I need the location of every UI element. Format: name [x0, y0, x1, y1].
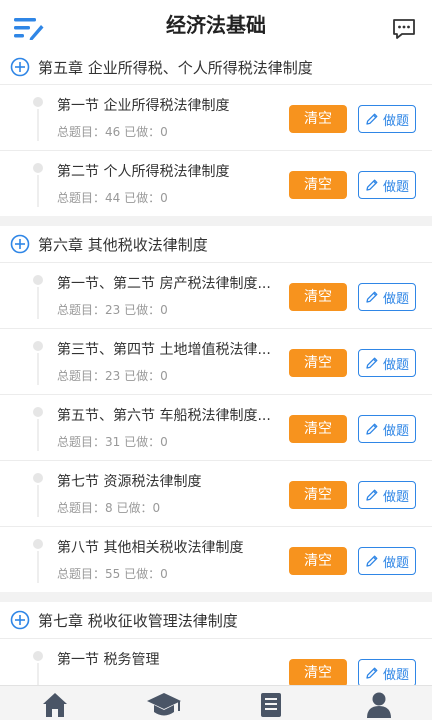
do-questions-button[interactable]: 做题 [358, 105, 416, 133]
graduation-cap-icon[interactable] [146, 690, 182, 718]
chapter-divider [0, 216, 432, 226]
clear-button[interactable]: 清空 [289, 171, 347, 199]
pencil-icon [365, 554, 383, 568]
plus-circle-icon[interactable] [10, 610, 30, 630]
section-stats: 总题目：8 已做：0 [57, 501, 161, 515]
do-questions-button[interactable]: 做题 [358, 659, 416, 685]
clear-button[interactable]: 清空 [289, 283, 347, 311]
chapter-title: 第六章 其他税收法律制度 [38, 235, 208, 254]
section-item: 第一节 税务管理 清空 做题 [0, 638, 432, 685]
section-item: 第五节、第六节 车船税法律制度... 总题目：31 已做：0 清空 做题 [0, 394, 432, 460]
section-stats: 总题目：23 已做：0 [57, 369, 168, 383]
do-questions-label: 做题 [382, 667, 409, 683]
do-questions-button[interactable]: 做题 [358, 547, 416, 575]
chapter-title: 第五章 企业所得税、个人所得税法律制度 [38, 58, 313, 77]
chapter-header[interactable]: 第六章 其他税收法律制度 [0, 226, 432, 262]
section-title: 第二节 个人所得税法律制度 [57, 164, 230, 180]
clear-button[interactable]: 清空 [289, 547, 347, 575]
section-stats: 总题目：44 已做：0 [57, 191, 168, 205]
section-item: 第八节 其他相关税收法律制度 总题目：55 已做：0 清空 做题 [0, 526, 432, 592]
do-questions-label: 做题 [382, 113, 409, 129]
pencil-icon [365, 422, 383, 436]
message-icon[interactable] [392, 18, 416, 40]
timeline-line [37, 663, 39, 685]
do-questions-label: 做题 [382, 179, 409, 195]
plus-circle-icon[interactable] [10, 57, 30, 77]
timeline-line [37, 551, 39, 583]
bottom-tab-bar [0, 685, 432, 720]
do-questions-button[interactable]: 做题 [358, 171, 416, 199]
clear-button[interactable]: 清空 [289, 415, 347, 443]
timeline-line [37, 353, 39, 385]
chapter-header[interactable]: 第五章 企业所得税、个人所得税法律制度 [0, 50, 432, 84]
do-questions-label: 做题 [382, 423, 409, 439]
home-icon[interactable] [40, 690, 70, 718]
section-item: 第七节 资源税法律制度 总题目：8 已做：0 清空 做题 [0, 460, 432, 526]
section-stats: 总题目：23 已做：0 [57, 303, 168, 317]
timeline-line [37, 109, 39, 141]
user-icon[interactable] [364, 690, 394, 718]
section-title: 第五节、第六节 车船税法律制度... [57, 408, 271, 424]
section-title: 第三节、第四节 土地增值税法律... [57, 342, 271, 358]
section-title: 第一节、第二节 房产税法律制度... [57, 276, 271, 292]
section-stats: 总题目：31 已做：0 [57, 435, 168, 449]
timeline-line [37, 419, 39, 451]
timeline-dot [33, 407, 43, 417]
do-questions-label: 做题 [382, 555, 409, 571]
pencil-icon [365, 488, 383, 502]
app-header: 经济法基础 [0, 0, 432, 50]
plus-circle-icon[interactable] [10, 234, 30, 254]
pencil-icon [365, 290, 383, 304]
do-questions-label: 做题 [382, 489, 409, 505]
clear-button[interactable]: 清空 [289, 349, 347, 377]
clear-button[interactable]: 清空 [289, 659, 347, 685]
timeline-dot [33, 163, 43, 173]
section-title: 第一节 税务管理 [57, 652, 160, 668]
timeline-line [37, 485, 39, 517]
do-questions-button[interactable]: 做题 [358, 349, 416, 377]
pencil-icon [365, 112, 383, 126]
chapter-header[interactable]: 第七章 税收征收管理法律制度 [0, 602, 432, 638]
pencil-icon [365, 178, 383, 192]
timeline-line [37, 287, 39, 319]
pencil-icon [365, 666, 383, 680]
do-questions-label: 做题 [382, 357, 409, 373]
do-questions-button[interactable]: 做题 [358, 481, 416, 509]
clear-button[interactable]: 清空 [289, 105, 347, 133]
book-icon[interactable] [256, 690, 286, 718]
chapter-list[interactable]: 第五章 企业所得税、个人所得税法律制度第一节 企业所得税法律制度 总题目：46 已… [0, 50, 432, 685]
chapter-title: 第七章 税收征收管理法律制度 [38, 611, 238, 630]
section-item: 第三节、第四节 土地增值税法律... 总题目：23 已做：0 清空 做题 [0, 328, 432, 394]
clear-button[interactable]: 清空 [289, 481, 347, 509]
chapter-divider [0, 592, 432, 602]
section-title: 第七节 资源税法律制度 [57, 474, 202, 490]
timeline-dot [33, 97, 43, 107]
section-stats: 总题目：46 已做：0 [57, 125, 168, 139]
section-stats: 总题目：55 已做：0 [57, 567, 168, 581]
do-questions-button[interactable]: 做题 [358, 415, 416, 443]
section-item: 第一节、第二节 房产税法律制度... 总题目：23 已做：0 清空 做题 [0, 262, 432, 328]
timeline-dot [33, 651, 43, 661]
section-item: 第一节 企业所得税法律制度 总题目：46 已做：0 清空 做题 [0, 84, 432, 150]
page-title: 经济法基础 [166, 13, 266, 37]
section-title: 第八节 其他相关税收法律制度 [57, 540, 244, 556]
pencil-icon [365, 356, 383, 370]
timeline-dot [33, 341, 43, 351]
do-questions-label: 做题 [382, 291, 409, 307]
section-title: 第一节 企业所得税法律制度 [57, 98, 230, 114]
timeline-dot [33, 473, 43, 483]
timeline-line [37, 175, 39, 207]
do-questions-button[interactable]: 做题 [358, 283, 416, 311]
timeline-dot [33, 539, 43, 549]
timeline-dot [33, 275, 43, 285]
section-item: 第二节 个人所得税法律制度 总题目：44 已做：0 清空 做题 [0, 150, 432, 216]
